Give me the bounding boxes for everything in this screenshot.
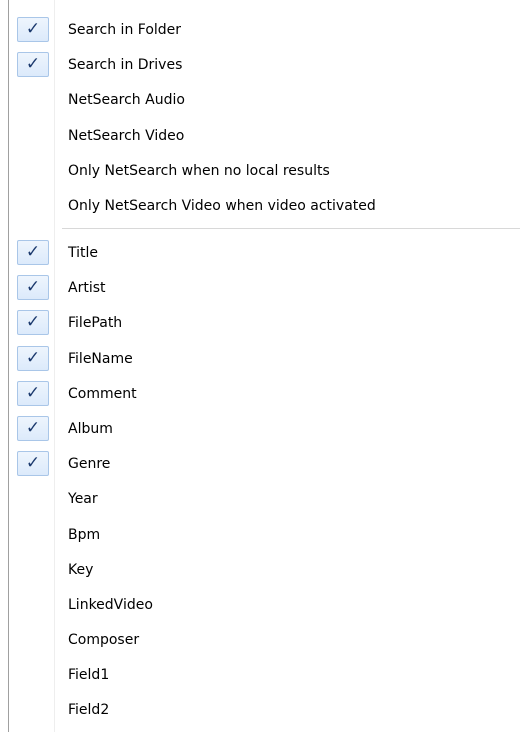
menu-item-label: Field1	[68, 667, 110, 684]
menu-item-label: Bpm	[68, 526, 101, 543]
menu-item-genre[interactable]: ✓ Genre	[9, 447, 520, 482]
menu-item-label: NetSearch Audio	[68, 92, 185, 109]
menu-item-label: Genre	[68, 456, 111, 473]
menu-item-label: Only NetSearch when no local results	[68, 162, 330, 179]
menu-item-field2[interactable]: ✓ Field2	[9, 693, 520, 728]
checkmark-icon: ✓	[17, 380, 49, 406]
menu-item-field1[interactable]: ✓ Field1	[9, 658, 520, 693]
menu-item-artist[interactable]: ✓ Artist	[9, 271, 520, 306]
checkmark-icon: ✓	[17, 451, 49, 477]
checkmark-icon: ✓	[17, 52, 49, 78]
menu-item-comment[interactable]: ✓ Comment	[9, 377, 520, 412]
menu-item-filename[interactable]: ✓ FileName	[9, 342, 520, 377]
menu-item-label: Title	[68, 245, 99, 261]
menu-item-label: FilePath	[68, 315, 123, 332]
menu-item-label: FileName	[68, 350, 133, 367]
menu-item-label: Search in Folder	[68, 22, 182, 38]
menu-item-label: Search in Drives	[68, 57, 183, 74]
checkmark-icon: ✓	[17, 17, 49, 42]
menu-item-only-netsearch-video-activated[interactable]: ✓ Only NetSearch Video when video activa…	[9, 189, 520, 224]
checkmark-icon: ✓	[17, 240, 49, 265]
menu-item-search-in-drives[interactable]: ✓ Search in Drives	[9, 48, 520, 83]
menu-separator	[62, 228, 520, 229]
menu-item-label: Comment	[68, 385, 137, 402]
menu-item-filepath[interactable]: ✓ FilePath	[9, 306, 520, 341]
menu-item-label: Album	[68, 420, 113, 437]
menu-item-label: Field2	[68, 702, 110, 719]
search-scope-group: ✓ Search in Folder ✓ Search in Drives ✓ …	[9, 13, 520, 224]
context-menu: ✓ Search in Folder ✓ Search in Drives ✓ …	[0, 0, 520, 732]
checkmark-icon: ✓	[17, 415, 49, 441]
menu-item-bpm[interactable]: ✓ Bpm	[9, 518, 520, 553]
menu-item-label: Only NetSearch Video when video activate…	[68, 197, 376, 214]
menu-item-label: LinkedVideo	[68, 596, 153, 613]
checkmark-icon: ✓	[17, 275, 49, 301]
menu-item-only-netsearch-no-local[interactable]: ✓ Only NetSearch when no local results	[9, 154, 520, 189]
menu-item-label: Artist	[68, 280, 106, 297]
menu-item-album[interactable]: ✓ Album	[9, 412, 520, 447]
checkmark-icon: ✓	[17, 310, 49, 336]
menu-item-key[interactable]: ✓ Key	[9, 553, 520, 588]
menu-item-composer[interactable]: ✓ Composer	[9, 623, 520, 658]
menu-item-netsearch-audio[interactable]: ✓ NetSearch Audio	[9, 83, 520, 118]
menu-item-label: Composer	[68, 632, 140, 649]
menu-item-label: Year	[68, 491, 98, 508]
search-fields-group: ✓ Title ✓ Artist ✓ FilePath ✓ FileName ✓…	[9, 236, 520, 729]
menu-item-label: NetSearch Video	[68, 127, 185, 144]
menu-item-netsearch-video[interactable]: ✓ NetSearch Video	[9, 119, 520, 154]
menu-item-linkedvideo[interactable]: ✓ LinkedVideo	[9, 588, 520, 623]
menu-item-title[interactable]: ✓ Title	[9, 236, 520, 271]
menu-item-search-in-folder[interactable]: ✓ Search in Folder	[9, 13, 520, 48]
menu-item-year[interactable]: ✓ Year	[9, 482, 520, 517]
checkmark-icon: ✓	[17, 345, 49, 371]
menu-item-label: Key	[68, 561, 94, 578]
